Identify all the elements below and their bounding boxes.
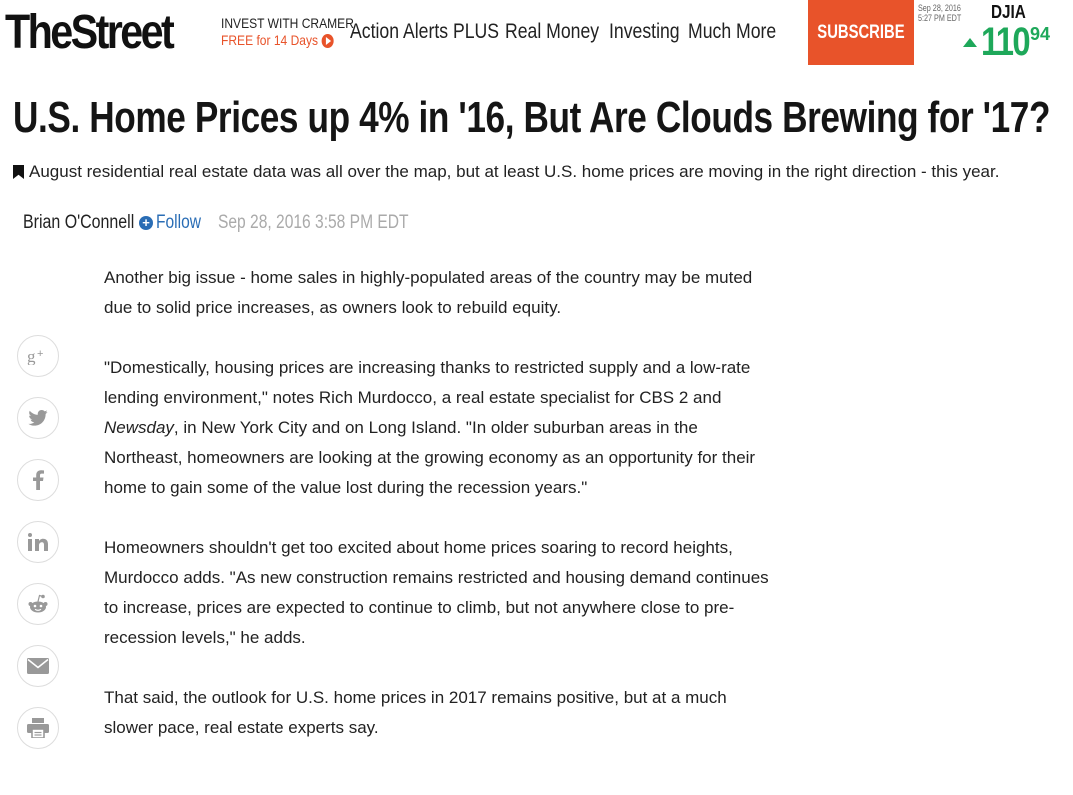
google-plus-icon: g + [27,347,49,365]
email-icon [27,658,49,674]
promo-line2: FREE for 14 Days [221,32,354,49]
article-deck: August residential real estate data was … [13,162,999,182]
share-google-plus-button[interactable]: g + [17,335,59,377]
ticker-change-int: 110 [981,20,1031,64]
article-paragraph: That said, the outlook for U.S. home pri… [104,688,727,737]
cramer-promo[interactable]: INVEST WITH CRAMER FREE for 14 Days [221,15,354,49]
twitter-icon [28,410,48,426]
follow-label: Follow [156,212,202,233]
svg-text:+: + [37,348,43,360]
deck-text: August residential real estate data was … [29,162,1000,181]
site-header: TheStreet INVEST WITH CRAMER FREE for 14… [0,0,1073,66]
share-twitter-button[interactable] [17,397,59,439]
nav-item-action-alerts-plus[interactable]: Action Alerts PLUS [350,20,499,44]
facebook-icon [32,470,44,490]
share-linkedin-button[interactable] [17,521,59,563]
ticker-change: 110 .94 [963,21,1050,63]
article-paragraph: Homeowners shouldn't get too excited abo… [104,538,769,647]
svg-text:g: g [27,347,36,365]
linkedin-icon [28,533,48,551]
share-facebook-button[interactable] [17,459,59,501]
author-name[interactable]: Brian O'Connell [23,212,134,234]
publication-name: Newsday [104,418,174,437]
reddit-icon [26,594,50,614]
share-reddit-button[interactable] [17,583,59,625]
plus-circle-icon: + [139,216,153,230]
share-email-button[interactable] [17,645,59,687]
share-print-button[interactable] [17,707,59,749]
byline: Brian O'Connell + Follow Sep 28, 2016 3:… [23,212,450,234]
site-logo[interactable]: TheStreet [5,5,175,61]
subscribe-button[interactable]: SUBSCRIBE [808,0,914,65]
ticker-date-line1: Sep 28, 2016 [918,3,961,13]
article-body: Another big issue - home sales in highly… [104,263,776,773]
article-timestamp: Sep 28, 2016 3:58 PM EDT [218,212,409,233]
paragraph-text: "Domestically, housing prices are increa… [104,358,751,407]
promo-line2-text: FREE for 14 Days [221,32,319,48]
print-icon [27,718,49,738]
paragraph-text: , in New York City and on Long Island. "… [104,418,756,497]
nav-item-much-more[interactable]: Much More [688,20,776,44]
nav-item-investing[interactable]: Investing [609,20,680,44]
promo-line1: INVEST WITH CRAMER [221,15,354,31]
up-arrow-icon [963,38,977,47]
subscribe-label: SUBSCRIBE [817,21,905,43]
bookmark-icon [13,165,24,179]
main-nav: Action Alerts PLUS Real Money Investing … [350,20,793,44]
share-rail: g + [17,335,59,769]
article-paragraph: "Domestically, housing prices are increa… [104,353,776,503]
play-icon [321,33,334,48]
ticker-date-line2: 5:27 PM EDT [918,13,962,23]
article-headline: U.S. Home Prices up 4% in '16, But Are C… [13,93,1051,142]
nav-item-real-money[interactable]: Real Money [505,20,599,44]
ticker-date: Sep 28, 2016 5:27 PM EDT [918,3,961,23]
follow-button[interactable]: + Follow [139,212,208,234]
article-paragraph: Another big issue - home sales in highly… [104,268,753,317]
